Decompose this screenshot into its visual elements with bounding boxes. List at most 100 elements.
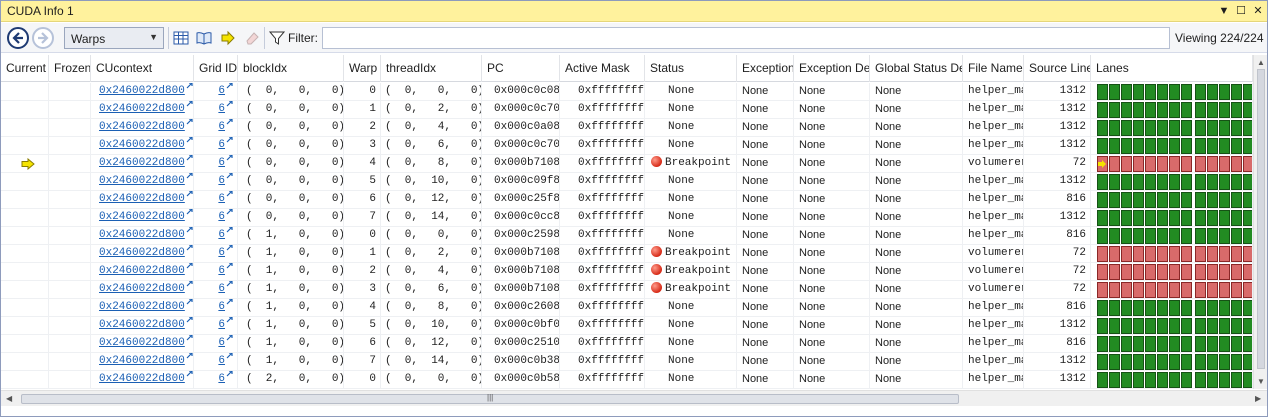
scroll-up-icon[interactable]: ▲ [1257, 58, 1265, 67]
lane-cell[interactable] [1157, 138, 1168, 154]
lane-cell[interactable] [1097, 336, 1108, 352]
lane-cell[interactable] [1207, 264, 1218, 280]
lane-cell[interactable] [1243, 102, 1252, 118]
lane-cell[interactable] [1157, 156, 1168, 172]
lane-cell[interactable] [1133, 156, 1144, 172]
lane-cell[interactable] [1097, 300, 1108, 316]
cucontext-link[interactable]: 0x2460022d800 [99, 265, 185, 277]
cell-grid-id[interactable]: 6 [194, 191, 238, 209]
cell-lanes[interactable] [1091, 227, 1253, 245]
lane-cell[interactable] [1109, 102, 1120, 118]
lane-cell[interactable] [1231, 318, 1242, 334]
cell-grid-id[interactable]: 6 [194, 83, 238, 101]
lane-cell[interactable] [1181, 102, 1192, 118]
column-header-exception[interactable]: Exception [737, 55, 794, 82]
lane-cell[interactable] [1207, 372, 1218, 388]
lane-cell[interactable] [1231, 354, 1242, 370]
cell-lanes[interactable] [1091, 119, 1253, 137]
cucontext-link[interactable]: 0x2460022d800 [99, 373, 185, 385]
lane-cell[interactable] [1097, 228, 1108, 244]
lane-cell[interactable] [1109, 228, 1120, 244]
lane-cell[interactable] [1207, 156, 1218, 172]
lane-cell[interactable] [1097, 102, 1108, 118]
lane-cell[interactable] [1207, 246, 1218, 262]
cucontext-link[interactable]: 0x2460022d800 [99, 175, 185, 187]
lane-cell[interactable] [1157, 264, 1168, 280]
lane-cell[interactable] [1219, 318, 1230, 334]
cell-cucontext[interactable]: 0x2460022d800 [91, 335, 194, 353]
lane-cell[interactable] [1207, 192, 1218, 208]
lane-cell[interactable] [1157, 246, 1168, 262]
lane-cell[interactable] [1243, 354, 1252, 370]
lane-cell[interactable] [1157, 318, 1168, 334]
lane-cell[interactable] [1243, 174, 1252, 190]
column-header-exception-det[interactable]: Exception Det [794, 55, 870, 82]
cell-grid-id[interactable]: 6 [194, 155, 238, 173]
lane-cell[interactable] [1207, 282, 1218, 298]
lane-cell[interactable] [1231, 138, 1242, 154]
view-select[interactable]: Warps ▼ [64, 27, 164, 49]
lane-cell[interactable] [1195, 318, 1206, 334]
cucontext-link[interactable]: 0x2460022d800 [99, 139, 185, 151]
lane-cell[interactable] [1169, 192, 1180, 208]
lane-cell[interactable] [1207, 138, 1218, 154]
lane-cell[interactable] [1133, 318, 1144, 334]
lane-cell[interactable] [1195, 210, 1206, 226]
lane-cell[interactable] [1121, 372, 1132, 388]
lane-cell[interactable] [1219, 174, 1230, 190]
scroll-left-icon[interactable]: ◀ [6, 394, 12, 403]
lane-cell[interactable] [1133, 282, 1144, 298]
cell-grid-id[interactable]: 6 [194, 317, 238, 335]
lane-cell[interactable] [1195, 300, 1206, 316]
lane-cell[interactable] [1243, 264, 1252, 280]
cucontext-link[interactable]: 0x2460022d800 [99, 355, 185, 367]
lane-cell[interactable] [1097, 246, 1108, 262]
lane-cell[interactable] [1169, 210, 1180, 226]
lane-cell[interactable] [1157, 102, 1168, 118]
lane-cell[interactable] [1243, 84, 1252, 100]
lane-cell[interactable] [1133, 228, 1144, 244]
lane-cell[interactable] [1109, 264, 1120, 280]
lane-cell[interactable] [1121, 156, 1132, 172]
lane-cell[interactable] [1195, 336, 1206, 352]
window-menu-icon[interactable]: ▼ [1216, 3, 1232, 19]
lane-cell[interactable] [1145, 210, 1156, 226]
forward-button[interactable] [32, 27, 54, 49]
lane-cell[interactable] [1169, 372, 1180, 388]
table-row[interactable]: 0x2460022d800 6 ( 0, 0, 0) 2 ( 0, 4, 0) 0x000… [1, 119, 1253, 137]
lane-cell[interactable] [1207, 174, 1218, 190]
cell-frozen[interactable] [49, 353, 91, 371]
lane-cell[interactable] [1195, 354, 1206, 370]
grid-id-link[interactable]: 6 [218, 139, 225, 151]
cucontext-link[interactable]: 0x2460022d800 [99, 103, 185, 115]
cell-cucontext[interactable]: 0x2460022d800 [91, 83, 194, 101]
cell-cucontext[interactable]: 0x2460022d800 [91, 155, 194, 173]
lane-cell[interactable] [1109, 246, 1120, 262]
lane-cell[interactable] [1181, 354, 1192, 370]
lane-cell[interactable] [1133, 210, 1144, 226]
lane-cell[interactable] [1133, 120, 1144, 136]
cell-grid-id[interactable]: 6 [194, 227, 238, 245]
lane-cell[interactable] [1109, 84, 1120, 100]
cell-grid-id[interactable]: 6 [194, 101, 238, 119]
lane-cell[interactable] [1231, 228, 1242, 244]
cell-lanes[interactable] [1091, 137, 1253, 155]
lane-cell[interactable] [1181, 300, 1192, 316]
cell-grid-id[interactable]: 6 [194, 119, 238, 137]
cell-frozen[interactable] [49, 245, 91, 263]
lane-cell[interactable] [1121, 246, 1132, 262]
lane-cell[interactable] [1109, 156, 1120, 172]
lane-cell[interactable] [1231, 300, 1242, 316]
lane-cell[interactable] [1219, 354, 1230, 370]
cell-grid-id[interactable]: 6 [194, 245, 238, 263]
scroll-down-icon[interactable]: ▼ [1257, 377, 1265, 386]
lane-cell[interactable] [1109, 192, 1120, 208]
lane-cell[interactable] [1121, 210, 1132, 226]
cell-cucontext[interactable]: 0x2460022d800 [91, 191, 194, 209]
cell-frozen[interactable] [49, 191, 91, 209]
grid-id-link[interactable]: 6 [218, 373, 225, 385]
grid-id-link[interactable]: 6 [218, 121, 225, 133]
lane-cell[interactable] [1181, 264, 1192, 280]
grid-id-link[interactable]: 6 [218, 175, 225, 187]
cell-frozen[interactable] [49, 263, 91, 281]
